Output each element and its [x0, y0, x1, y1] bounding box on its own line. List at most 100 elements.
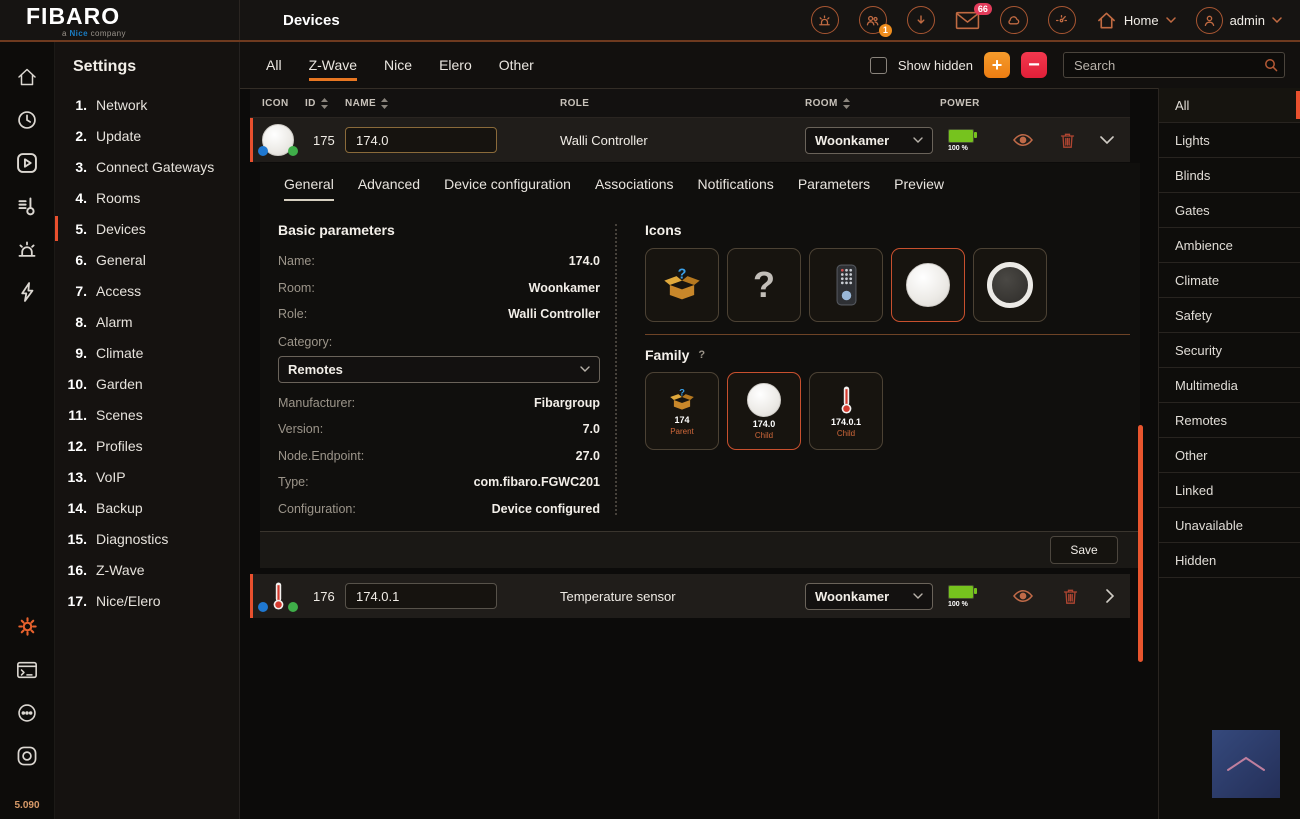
device-filter-tab[interactable]: Nice: [384, 42, 412, 88]
basic-parameters-title: Basic parameters: [278, 222, 600, 238]
device-filter-tab[interactable]: Other: [499, 42, 534, 88]
category-select[interactable]: Remotes: [278, 356, 600, 383]
delete-trash-icon[interactable]: [1063, 588, 1078, 605]
settings-menu-item[interactable]: 15. Diagnostics: [55, 523, 239, 554]
category-sidebar-item[interactable]: Unavailable: [1159, 508, 1300, 543]
icon-tile-question-mark[interactable]: [727, 248, 801, 322]
field-row: Role: Walli Controller: [278, 301, 600, 328]
family-tile-child-sensor[interactable]: 174.0.1 Child: [809, 372, 883, 450]
settings-menu-item[interactable]: 11. Scenes: [55, 399, 239, 430]
settings-menu-item[interactable]: 4. Rooms: [55, 182, 239, 213]
settings-menu-item[interactable]: 14. Backup: [55, 492, 239, 523]
category-sidebar-item[interactable]: Climate: [1159, 263, 1300, 298]
field-label: Node.Endpoint:: [278, 449, 364, 463]
detail-tab[interactable]: Notifications: [698, 176, 774, 201]
mail-icon[interactable]: 66: [955, 11, 980, 30]
detail-tab[interactable]: Advanced: [358, 176, 420, 201]
detail-tab[interactable]: Associations: [595, 176, 674, 201]
col-header-room[interactable]: ROOM: [805, 98, 940, 109]
user-menu[interactable]: admin: [1196, 7, 1282, 34]
device-name-input[interactable]: [345, 583, 497, 609]
family-tile-parent[interactable]: ? 174 Parent: [645, 372, 719, 450]
show-hidden-label: Show hidden: [898, 58, 973, 73]
settings-menu-item[interactable]: 3. Connect Gateways: [55, 151, 239, 182]
vertical-scrollbar-thumb[interactable]: [1138, 425, 1143, 662]
category-sidebar-item[interactable]: Hidden: [1159, 543, 1300, 578]
home-selector[interactable]: Home: [1096, 10, 1176, 31]
rail-home-icon[interactable]: [16, 66, 38, 88]
rail-settings-gear-icon[interactable]: [16, 615, 39, 638]
settings-menu-item[interactable]: 7. Access: [55, 275, 239, 306]
icon-tile-dark-button[interactable]: [973, 248, 1047, 322]
category-sidebar-item[interactable]: Other: [1159, 438, 1300, 473]
settings-menu-item[interactable]: 9. Climate: [55, 337, 239, 368]
category-sidebar-item[interactable]: All: [1159, 88, 1300, 123]
device-filter-tab[interactable]: Elero: [439, 42, 472, 88]
save-button[interactable]: Save: [1050, 536, 1118, 564]
col-header-name[interactable]: NAME: [345, 98, 560, 109]
category-sidebar-item[interactable]: Gates: [1159, 193, 1300, 228]
rail-alarm-icon[interactable]: [16, 238, 38, 260]
settings-menu-item[interactable]: 2. Update: [55, 120, 239, 151]
category-sidebar-item[interactable]: Lights: [1159, 123, 1300, 158]
category-sidebar-item[interactable]: Blinds: [1159, 158, 1300, 193]
rail-apps-icon[interactable]: [16, 745, 38, 767]
remove-device-button[interactable]: −: [1021, 52, 1047, 78]
rail-history-icon[interactable]: [16, 109, 38, 131]
device-detail-panel: General Advanced Device configuration As…: [260, 163, 1140, 531]
detail-tab[interactable]: Device configuration: [444, 176, 571, 201]
settings-item-label: Network: [96, 97, 147, 113]
room-select[interactable]: Woonkamer: [805, 583, 933, 610]
scroll-to-top-button[interactable]: [1212, 730, 1280, 798]
icon-tile-white-button[interactable]: [891, 248, 965, 322]
collapse-chevron-icon[interactable]: [1100, 136, 1114, 144]
detail-tab[interactable]: General: [284, 176, 334, 201]
category-sidebar-item[interactable]: Remotes: [1159, 403, 1300, 438]
settings-menu-item[interactable]: 13. VoIP: [55, 461, 239, 492]
category-sidebar-item[interactable]: Safety: [1159, 298, 1300, 333]
dark-button-icon: [987, 262, 1033, 308]
alarm-icon[interactable]: [811, 6, 839, 34]
settings-menu-item[interactable]: 16. Z-Wave: [55, 554, 239, 585]
rail-media-icon[interactable]: [16, 152, 38, 174]
settings-menu-item[interactable]: 17. Nice/Elero: [55, 585, 239, 616]
settings-menu-item[interactable]: 1. Network: [55, 89, 239, 120]
family-tile-current[interactable]: 174.0 Child: [727, 372, 801, 450]
device-filter-tab[interactable]: All: [266, 42, 282, 88]
weather-icon[interactable]: [1000, 6, 1028, 34]
rail-network-icon[interactable]: [16, 702, 38, 724]
detail-tab[interactable]: Preview: [894, 176, 944, 201]
fibaro-logo: FIBARO: [26, 5, 239, 28]
settings-menu-item[interactable]: 6. General: [55, 244, 239, 275]
show-hidden-checkbox[interactable]: [870, 57, 887, 74]
settings-menu-item[interactable]: 8. Alarm: [55, 306, 239, 337]
download-icon[interactable]: [907, 6, 935, 34]
family-help-icon[interactable]: ?: [698, 349, 705, 361]
add-device-button[interactable]: +: [984, 52, 1010, 78]
category-sidebar-item[interactable]: Ambience: [1159, 228, 1300, 263]
settings-menu-item[interactable]: 10. Garden: [55, 368, 239, 399]
users-icon[interactable]: 1: [859, 6, 887, 34]
visibility-eye-icon[interactable]: [1012, 133, 1034, 147]
category-sidebar-item[interactable]: Multimedia: [1159, 368, 1300, 403]
settings-menu-item[interactable]: 5. Devices: [55, 213, 239, 244]
delete-trash-icon[interactable]: [1060, 132, 1075, 149]
field-value: Fibargroup: [534, 396, 600, 410]
icon-tile-remote-control[interactable]: [809, 248, 883, 322]
dashboard-icon[interactable]: [1048, 6, 1076, 34]
category-sidebar-item[interactable]: Security: [1159, 333, 1300, 368]
settings-menu-item[interactable]: 12. Profiles: [55, 430, 239, 461]
device-name-input[interactable]: [345, 127, 497, 153]
rail-energy-icon[interactable]: [17, 281, 37, 303]
rail-climate-icon[interactable]: [16, 195, 38, 217]
visibility-eye-icon[interactable]: [1012, 589, 1034, 603]
icon-tile-unknown-box[interactable]: ?: [645, 248, 719, 322]
detail-tab[interactable]: Parameters: [798, 176, 870, 201]
room-select[interactable]: Woonkamer: [805, 127, 933, 154]
rail-terminal-icon[interactable]: [16, 659, 38, 681]
expand-chevron-icon[interactable]: [1106, 589, 1114, 603]
search-input[interactable]: [1063, 52, 1285, 78]
col-header-id[interactable]: ID: [305, 98, 345, 109]
category-sidebar-item[interactable]: Linked: [1159, 473, 1300, 508]
device-filter-tab[interactable]: Z-Wave: [309, 42, 357, 88]
